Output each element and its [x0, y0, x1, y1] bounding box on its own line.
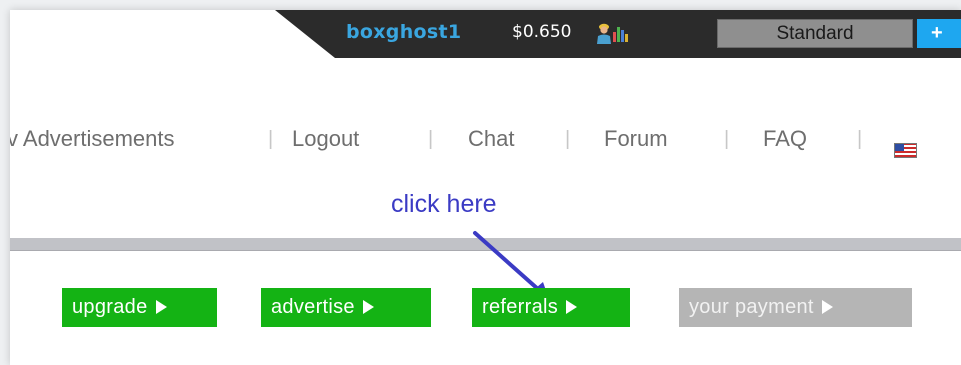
play-arrow-icon	[566, 299, 578, 314]
play-arrow-icon	[821, 299, 833, 314]
referrals-button-label: referrals	[482, 296, 559, 318]
play-arrow-icon	[155, 299, 167, 314]
advertise-button[interactable]: advertise	[261, 288, 431, 327]
upgrade-button[interactable]: upgrade	[62, 288, 217, 327]
your-payment-button[interactable]: your payment	[679, 288, 912, 327]
referrals-button[interactable]: referrals	[472, 288, 630, 327]
upgrade-button-label: upgrade	[72, 296, 148, 318]
play-arrow-icon	[362, 299, 374, 314]
your-payment-button-label: your payment	[689, 296, 814, 318]
page-panel: boxghost1 $0.650 Standard + v Advertisem…	[10, 10, 961, 365]
advertise-button-label: advertise	[271, 296, 355, 318]
